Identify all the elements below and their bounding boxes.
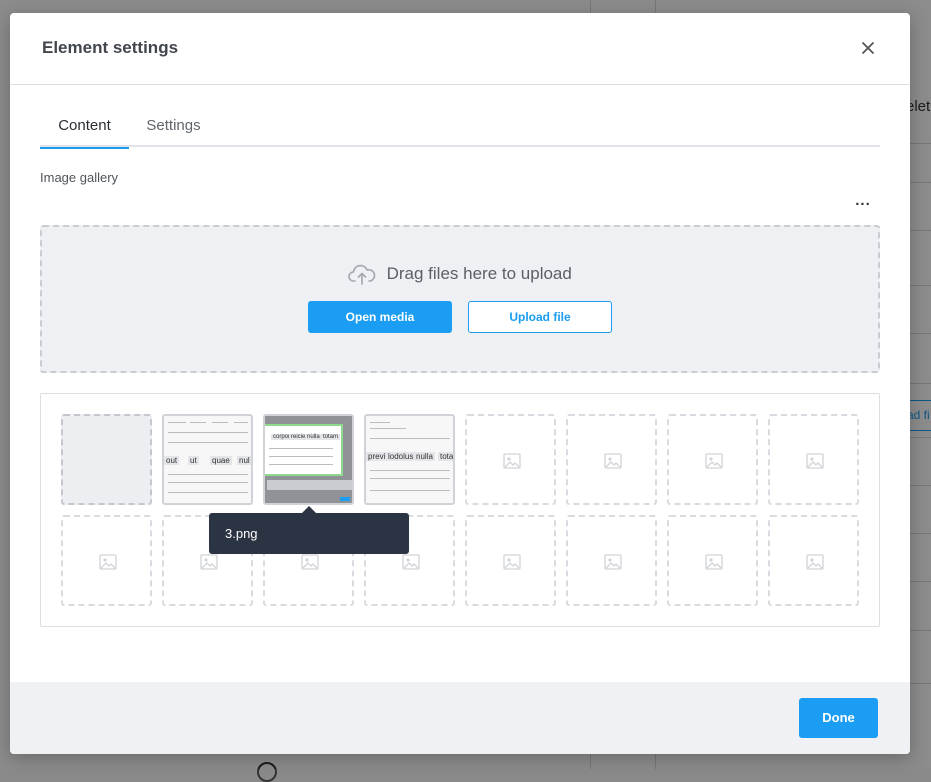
thumb-accent	[340, 497, 350, 501]
thumb-word: quae	[210, 456, 232, 465]
thumb-word: totam	[321, 434, 341, 440]
image-placeholder-icon	[806, 554, 824, 570]
done-button[interactable]: Done	[799, 698, 878, 738]
thumb-word: previ	[366, 452, 388, 461]
thumb-text-line	[168, 432, 248, 433]
thumb-text-line	[370, 478, 450, 479]
image-placeholder-icon	[503, 453, 521, 469]
tab-bar: Content Settings	[40, 115, 880, 149]
open-media-button[interactable]: Open media	[308, 301, 452, 333]
thumb-strip	[267, 480, 352, 490]
thumb-text-line	[168, 492, 248, 493]
thumb-text-line	[212, 422, 228, 423]
thumb-text-line	[168, 482, 248, 483]
gallery-slot-empty[interactable]	[768, 515, 859, 606]
thumb-text-line	[234, 422, 248, 423]
thumb-word: nulla	[414, 452, 435, 461]
image-placeholder-icon	[402, 554, 420, 570]
gallery-slot-empty[interactable]	[667, 515, 758, 606]
image-placeholder-icon	[705, 453, 723, 469]
gallery-slot-empty[interactable]	[465, 414, 556, 505]
thumb-word: nulla	[305, 434, 322, 440]
thumb-text-line	[269, 448, 333, 449]
thumb-text-line	[269, 464, 333, 465]
thumb-text-line	[269, 456, 333, 457]
thumb-text-line	[168, 422, 186, 423]
thumb-text-line	[370, 428, 406, 429]
image-placeholder-icon	[604, 554, 622, 570]
thumb-word: nul	[237, 456, 251, 465]
thumb-word: ut	[188, 456, 199, 465]
thumb-text-line	[370, 490, 450, 491]
gallery-thumbnail[interactable]: out ut quae nul	[162, 414, 253, 505]
gallery-slot-empty[interactable]	[566, 414, 657, 505]
thumb-word: lodolus	[386, 452, 416, 461]
image-placeholder-icon	[604, 453, 622, 469]
filename-tooltip: 3.png	[209, 513, 409, 554]
image-placeholder-icon	[806, 453, 824, 469]
element-settings-modal: Element settings Content Settings Image …	[10, 13, 910, 754]
dropzone-prompt: Drag files here to upload	[42, 263, 878, 289]
gallery-slot-empty[interactable]	[566, 515, 657, 606]
image-placeholder-icon	[301, 554, 319, 570]
gallery-thumbnail-hovered[interactable]: corpore reiciend nulla totam	[263, 414, 354, 505]
thumb-word: tota	[438, 452, 454, 461]
upload-file-button[interactable]: Upload file	[468, 301, 612, 333]
thumb-text-line	[168, 442, 248, 443]
modal-footer: Done	[10, 682, 910, 754]
thumb-text-line	[370, 470, 450, 471]
tooltip-arrow	[302, 506, 316, 513]
image-placeholder-icon	[503, 554, 521, 570]
gallery-slot-empty[interactable]	[667, 414, 758, 505]
close-button[interactable]	[858, 38, 878, 58]
thumb-text-line	[168, 474, 248, 475]
thumb-text-line	[370, 438, 450, 439]
gallery-slot-blank[interactable]	[61, 414, 152, 505]
dropzone-text: Drag files here to upload	[386, 264, 572, 283]
gallery-grid: out ut quae nul corpore reiciend nulla t…	[40, 393, 880, 627]
image-placeholder-icon	[99, 554, 117, 570]
gallery-slot-empty[interactable]	[465, 515, 556, 606]
image-gallery-label: Image gallery	[40, 170, 119, 185]
tab-settings[interactable]: Settings	[129, 115, 218, 147]
gallery-thumbnail[interactable]: previ lodolus nulla tota	[364, 414, 455, 505]
gallery-slot-empty[interactable]	[768, 414, 859, 505]
tab-content[interactable]: Content	[40, 115, 129, 149]
modal-header: Element settings	[10, 13, 910, 85]
image-placeholder-icon	[200, 554, 218, 570]
thumb-text-line	[370, 422, 390, 423]
gallery-slot-empty[interactable]	[61, 515, 152, 606]
thumb-word: out	[164, 456, 180, 465]
image-placeholder-icon	[705, 554, 723, 570]
cloud-upload-icon	[348, 264, 376, 285]
close-icon	[862, 42, 874, 54]
more-options-button[interactable]: ...	[850, 193, 876, 215]
thumb-preview-card: corpore reiciend nulla totam	[265, 424, 343, 476]
modal-title: Element settings	[42, 38, 179, 57]
thumb-text-line	[190, 422, 206, 423]
upload-dropzone[interactable]: Drag files here to upload Open media Upl…	[40, 225, 880, 373]
